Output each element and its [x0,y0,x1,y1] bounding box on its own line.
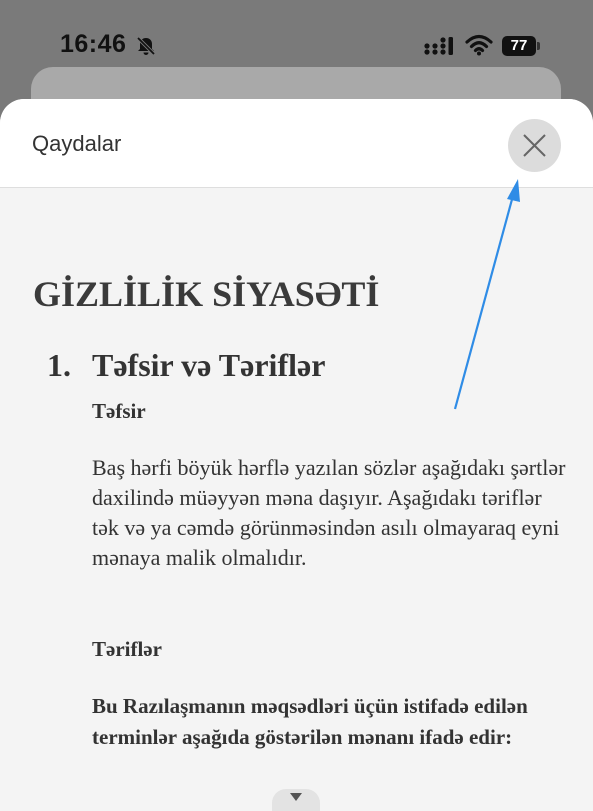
paragraph-interpretation: Baş hərfi böyük hərflə yazılan sözlər aş… [92,455,566,570]
status-time: 16:46 [60,30,127,58]
document-content[interactable]: GİZLİLİK SİYASƏTİ 1. Təfsir və Təriflər … [0,189,593,811]
close-button[interactable] [508,119,561,172]
paragraph-definitions: Bu Razılaşmanın məqsədləri üçün istifadə… [92,694,528,749]
battery-level: 77 [510,37,528,54]
sheet-title: Qaydalar [32,131,122,156]
battery-tip [537,42,540,50]
battery-icon: 77 [502,36,542,56]
chevron-down-icon [290,793,302,801]
signal-icon [424,37,453,55]
scroll-down-button[interactable] [272,789,320,811]
modal-sheet: Qaydalar GİZLİLİK SİYASƏTİ 1. Təfsir və … [0,99,593,811]
wifi-icon [465,34,493,56]
bell-off-icon [136,36,156,56]
section-title: Təfsir və Təriflər [92,347,326,383]
section-number: 1. [47,347,71,383]
subheading-interpretation: Təfsir [92,399,146,423]
subheading-definitions: Təriflər [92,637,162,661]
document-title: GİZLİLİK SİYASƏTİ [33,274,380,314]
close-icon [523,134,546,157]
sheet-header: Qaydalar [0,99,593,188]
